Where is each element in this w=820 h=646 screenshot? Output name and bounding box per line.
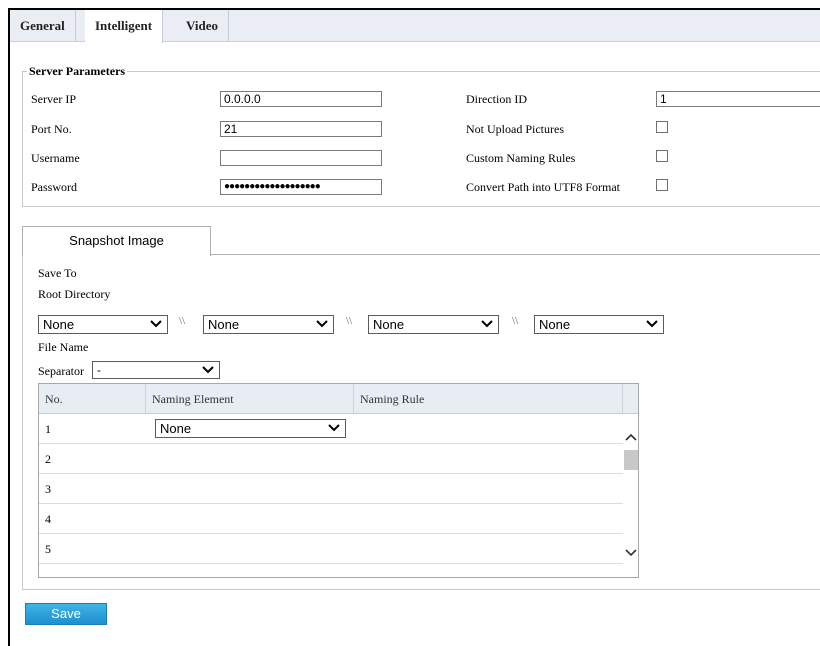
root-dir-select-1[interactable]: None [38, 315, 168, 334]
tab-intelligent[interactable]: Intelligent [85, 10, 164, 43]
direction-id-input[interactable] [656, 91, 820, 107]
table-row[interactable]: 3 [39, 474, 623, 504]
username-label: Username [31, 151, 80, 165]
chevron-down-icon [202, 366, 214, 374]
separator-select[interactable]: - [92, 361, 220, 379]
custom-naming-rules-label: Custom Naming Rules [466, 151, 576, 165]
root-dir-select-3[interactable]: None [368, 315, 499, 334]
tab-general[interactable]: General [10, 10, 76, 42]
naming-rules-table: No. Naming Element Naming Rule 1 None 2 … [38, 383, 639, 578]
path-separator: \\ [512, 315, 519, 327]
not-upload-pictures-label: Not Upload Pictures [466, 122, 564, 136]
separator-label: Separator [38, 364, 84, 378]
port-label: Port No. [31, 122, 72, 136]
chevron-down-icon[interactable] [625, 548, 637, 558]
table-scrollbar[interactable] [623, 414, 638, 577]
custom-naming-rules-checkbox[interactable] [656, 150, 668, 162]
server-ip-input[interactable] [220, 91, 382, 107]
separator-select-value: - [97, 363, 101, 377]
row-number: 1 [45, 422, 51, 436]
column-header-spacer [623, 384, 638, 414]
password-input[interactable]: ●●●●●●●●●●●●●●●●●●● [220, 179, 382, 195]
root-directory-label: Root Directory [38, 287, 111, 301]
root-dir-select-4-value: None [539, 317, 571, 332]
file-name-label: File Name [38, 340, 89, 354]
server-parameters-legend: Server Parameters [29, 64, 126, 78]
chevron-down-icon [646, 320, 658, 328]
table-row[interactable]: 1 None [39, 414, 623, 444]
row-number: 5 [45, 542, 51, 556]
save-button[interactable]: Save [25, 603, 107, 625]
table-row[interactable]: 4 [39, 504, 623, 534]
chevron-up-icon[interactable] [625, 432, 637, 442]
table-row[interactable]: 5 [39, 534, 623, 564]
naming-element-select-value: None [160, 421, 192, 436]
chevron-down-icon [316, 320, 328, 328]
top-tab-bar: General Intelligent Video [10, 10, 820, 43]
root-dir-select-2-value: None [208, 317, 240, 332]
password-label: Password [31, 180, 78, 194]
chevron-down-icon [150, 320, 162, 328]
column-header-no: No. [39, 384, 146, 414]
direction-id-label: Direction ID [466, 92, 527, 106]
utf8-path-checkbox[interactable] [656, 179, 668, 191]
username-input[interactable] [220, 150, 382, 166]
column-header-naming-element: Naming Element [146, 384, 354, 414]
scrollbar-thumb[interactable] [624, 450, 638, 470]
path-separator: \\ [179, 315, 186, 327]
row-number: 4 [45, 512, 51, 526]
table-row[interactable]: 2 [39, 444, 623, 474]
snapshot-tab-divider [210, 254, 820, 255]
root-dir-select-4[interactable]: None [534, 315, 664, 334]
row-number: 3 [45, 482, 51, 496]
tab-snapshot-image[interactable]: Snapshot Image [22, 226, 211, 256]
naming-element-select[interactable]: None [155, 419, 346, 438]
column-header-naming-rule: Naming Rule [354, 384, 623, 414]
port-input[interactable] [220, 121, 382, 137]
utf8-path-label: Convert Path into UTF8 Format [466, 180, 620, 194]
root-dir-select-2[interactable]: None [203, 315, 334, 334]
path-separator: \\ [346, 315, 353, 327]
tab-video[interactable]: Video [176, 10, 230, 42]
save-to-label: Save To [38, 266, 77, 280]
server-parameters-group: Server Parameters [22, 64, 820, 207]
root-dir-select-3-value: None [373, 317, 405, 332]
server-ip-label: Server IP [31, 92, 76, 106]
row-number: 2 [45, 452, 51, 466]
chevron-down-icon [481, 320, 493, 328]
not-upload-pictures-checkbox[interactable] [656, 121, 668, 133]
root-dir-select-1-value: None [43, 317, 75, 332]
chevron-down-icon [328, 424, 340, 432]
